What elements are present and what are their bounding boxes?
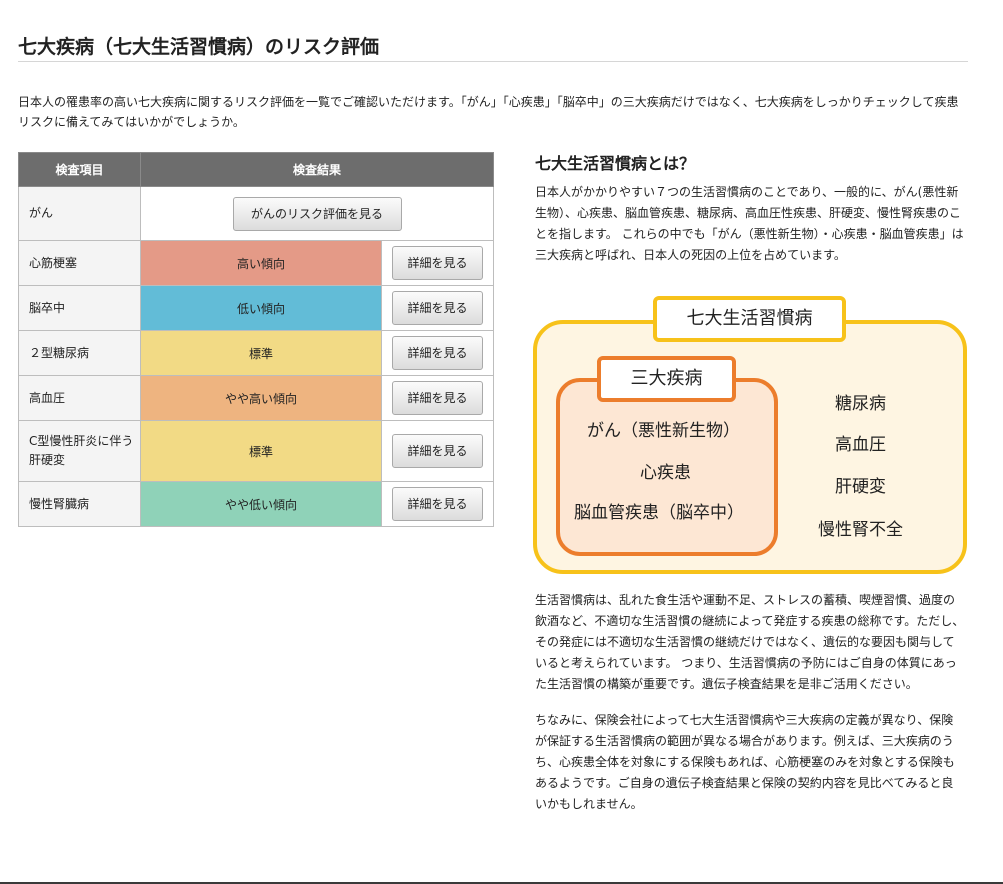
sidebar-title: 七大生活習慣病とは？ [535,154,696,173]
detail-button[interactable]: 詳細を見る [392,487,483,521]
item-label: 高血圧 [18,375,141,421]
outer-item-diabetes: 糖尿病 [835,394,886,414]
detail-button[interactable]: 詳細を見る [392,336,483,370]
result-cell: やや低い傾向 [140,481,382,527]
detail-button-cell: 詳細を見る [380,330,495,376]
detail-button[interactable]: 詳細を見る [392,246,483,280]
inner-item-cancer: がん（悪性新生物） [587,421,740,441]
inner-item-heart: 心疾患 [640,463,691,483]
header-item: 検査項目 [18,152,141,187]
intro-text: 日本人の罹患率の高い七大疾病に関するリスク評価を一覧でご確認いただけます。「がん… [18,95,959,129]
detail-button-cell: 詳細を見る [380,285,495,331]
result-cell: やや高い傾向 [140,375,382,421]
table-row: 高血圧 やや高い傾向 詳細を見る [18,375,495,421]
item-label: C型慢性肝炎に伴う肝硬変 [18,420,141,482]
table-header-row: 検査項目 検査結果 [18,152,495,187]
detail-button-cell: 詳細を見る [380,420,495,482]
detail-button-cell: 詳細を見る [380,481,495,527]
table-row: 慢性腎臓病 やや低い傾向 詳細を見る [18,481,495,527]
sidebar-paragraph: 生活習慣病は、乱れた食生活や運動不足、ストレスの蓄積、喫煙習慣、過度の飲酒など、… [535,593,965,691]
sidebar-paragraph: 日本人がかかりやすい７つの生活習慣病のことであり、一般的に、がん(悪性新生物）、… [535,185,964,262]
detail-button-cell: 詳細を見る [380,240,495,286]
title-divider [18,61,968,62]
result-cell: 高い傾向 [140,240,382,286]
result-cell: 標準 [140,420,382,482]
table-row: 脳卒中 低い傾向 詳細を見る [18,285,495,331]
seven-diseases-label: 七大生活習慣病 [653,296,846,342]
detail-button[interactable]: 詳細を見る [392,291,483,325]
item-label: 慢性腎臓病 [18,481,141,527]
table-row: C型慢性肝炎に伴う肝硬変 標準 詳細を見る [18,420,495,482]
item-cancer: がん [18,186,141,241]
result-cell: 標準 [140,330,382,376]
sidebar-paragraph: ちなみに、保険会社によって七大生活習慣病や三大疾病の定義が異なり、保険が保証する… [535,713,955,811]
item-label: ２型糖尿病 [18,330,141,376]
page-title: 七大疾病（七大生活習慣病）のリスク評価 [18,36,380,58]
table-row: ２型糖尿病 標準 詳細を見る [18,330,495,376]
table-row: 心筋梗塞 高い傾向 詳細を見る [18,240,495,286]
detail-button[interactable]: 詳細を見る [392,434,483,468]
cancer-button-cell: がんのリスク評価を見る [139,186,495,241]
outer-item-hypertension: 高血圧 [835,435,886,455]
detail-button[interactable]: 詳細を見る [392,381,483,415]
outer-item-kidney: 慢性腎不全 [818,520,903,540]
detail-button-cell: 詳細を見る [380,375,495,421]
risk-table: 検査項目 検査結果 がん がんのリスク評価を見る 心筋梗塞 高い傾向 詳細を見る… [18,152,495,527]
outer-item-cirrhosis: 肝硬変 [835,477,886,497]
three-diseases-label: 三大疾病 [597,356,736,402]
table-row-cancer: がん がんのリスク評価を見る [18,186,495,241]
cancer-risk-button[interactable]: がんのリスク評価を見る [232,196,402,231]
item-label: 心筋梗塞 [18,240,141,286]
item-label: 脳卒中 [18,285,141,331]
inner-item-stroke: 脳血管疾患（脳卒中） [574,503,744,523]
header-result: 検査結果 [139,152,495,187]
result-cell: 低い傾向 [140,285,382,331]
